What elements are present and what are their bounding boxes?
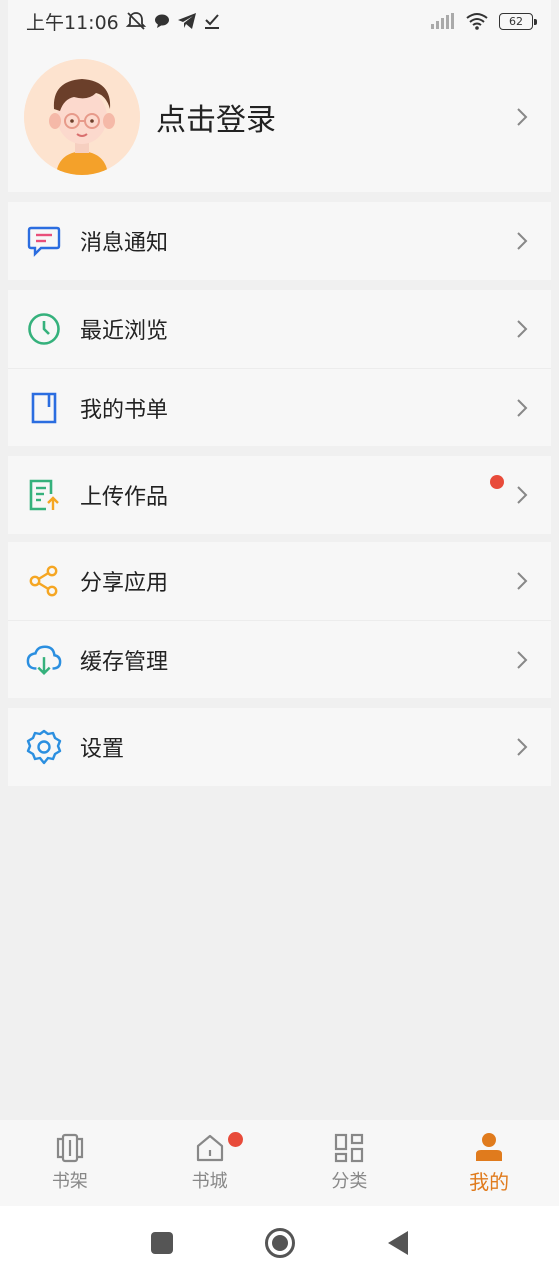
status-bar: 上午11:06 62 — [8, 0, 551, 42]
menu-item-messages[interactable]: 消息通知 — [8, 202, 551, 280]
nav-label-category: 分类 — [331, 1171, 368, 1192]
battery-indicator: 62 — [499, 12, 537, 30]
chat-bubble-icon — [154, 14, 169, 28]
menu-item-share[interactable]: 分享应用 — [8, 542, 551, 620]
system-nav-bar — [0, 1206, 559, 1280]
book-icon — [26, 390, 62, 426]
back-triangle-icon[interactable] — [386, 1230, 410, 1256]
menu-item-upload[interactable]: 上传作品 — [8, 456, 551, 534]
notification-badge — [227, 1132, 243, 1147]
message-icon — [26, 223, 62, 259]
nav-tab-bookstore[interactable]: 书城 — [140, 1120, 280, 1206]
bottom-nav: 书架 书城 分类 我的 — [0, 1120, 559, 1206]
chevron-right-icon — [517, 232, 528, 250]
login-card[interactable]: 点击登录 — [8, 42, 551, 192]
menu-item-booklist[interactable]: 我的书单 — [8, 368, 551, 446]
menu-label-booklist: 我的书单 — [80, 397, 169, 423]
gear-icon — [26, 729, 62, 765]
home-circle-icon[interactable] — [264, 1227, 296, 1259]
avatar-illustration-icon — [24, 59, 140, 175]
menu-group-app: 分享应用 缓存管理 — [8, 542, 551, 698]
menu-label-settings: 设置 — [80, 737, 125, 762]
clock-icon — [26, 311, 62, 347]
nav-tab-category[interactable]: 分类 — [280, 1120, 420, 1206]
menu-label-upload: 上传作品 — [80, 485, 169, 510]
menu-group-settings: 设置 — [8, 708, 551, 786]
person-icon — [476, 1132, 503, 1161]
cloud-download-icon — [26, 642, 62, 678]
nav-label-mine: 我的 — [469, 1169, 510, 1194]
menu-group-upload: 上传作品 — [8, 456, 551, 534]
upload-document-icon — [26, 477, 62, 513]
menu-item-recent[interactable]: 最近浏览 — [8, 290, 551, 368]
avatar[interactable] — [24, 59, 140, 175]
muted-bell-icon — [125, 12, 146, 30]
wifi-icon — [466, 13, 488, 30]
menu-label-recent: 最近浏览 — [80, 319, 169, 344]
signal-icon — [431, 13, 454, 29]
telegram-icon — [177, 13, 196, 29]
chevron-right-icon — [517, 320, 528, 338]
share-icon — [26, 563, 62, 599]
home-icon — [196, 1134, 223, 1162]
menu-item-settings[interactable]: 设置 — [8, 708, 551, 786]
bookshelf-icon — [56, 1133, 83, 1163]
nav-label-bookstore: 书城 — [191, 1171, 228, 1192]
chevron-right-icon — [517, 738, 528, 756]
recents-square-icon[interactable] — [150, 1231, 174, 1255]
menu-label-cache: 缓存管理 — [80, 649, 169, 675]
nav-label-bookshelf: 书架 — [51, 1171, 88, 1192]
menu-group-messages: 消息通知 — [8, 202, 551, 280]
chevron-right-icon — [517, 572, 528, 590]
battery-level: 62 — [509, 14, 523, 28]
nav-tab-bookshelf[interactable]: 书架 — [0, 1120, 140, 1206]
menu-item-cache[interactable]: 缓存管理 — [8, 620, 551, 698]
category-grid-icon — [335, 1133, 364, 1163]
notification-badge — [490, 475, 504, 489]
status-time: 上午11:06 — [26, 11, 119, 34]
chevron-right-icon — [517, 486, 528, 504]
chevron-right-icon — [517, 650, 528, 669]
chevron-right-icon — [517, 398, 528, 417]
nav-tab-mine[interactable]: 我的 — [419, 1120, 559, 1206]
profile-page: 上午11:06 62 点击登录 消息通知 最近浏览 我的书单 上传作品 分享应用… — [0, 0, 559, 1280]
chevron-right-icon — [517, 108, 528, 126]
menu-label-share: 分享应用 — [80, 571, 169, 596]
login-label[interactable]: 点击登录 — [156, 95, 276, 139]
menu-label-messages: 消息通知 — [80, 231, 169, 256]
download-check-icon — [204, 14, 219, 29]
menu-group-reading: 最近浏览 我的书单 — [8, 290, 551, 446]
